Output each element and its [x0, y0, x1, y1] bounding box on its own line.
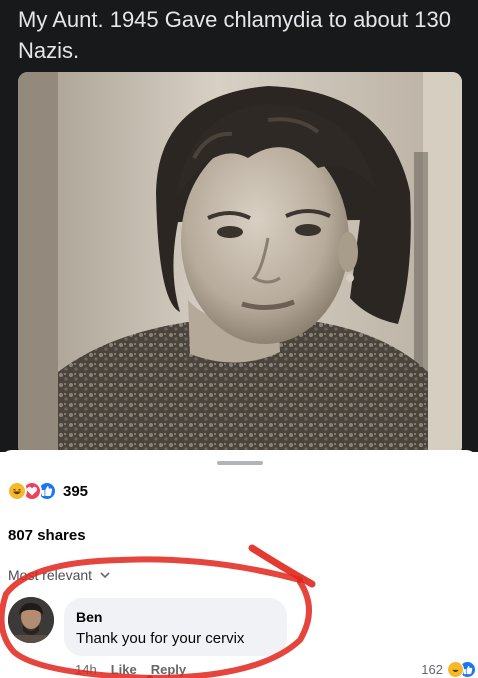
sheet-drag-handle[interactable] [217, 461, 263, 465]
comment-actions: 14h Like Reply [75, 662, 186, 677]
sort-label: Most relevant [8, 567, 93, 583]
comment-like-button[interactable]: Like [111, 662, 137, 677]
comment-reply-button[interactable]: Reply [151, 662, 186, 677]
comment-reactions[interactable]: 162 [421, 661, 476, 678]
post-caption: My Aunt. 1945 Gave chlamydia to about 13… [18, 7, 451, 63]
comments-sheet: 395 807 shares Most relevant Ben Thank y… [0, 450, 478, 678]
haha-icon [447, 661, 464, 678]
post-header: My Aunt. 1945 Gave chlamydia to about 13… [0, 0, 478, 456]
comment-sort-dropdown[interactable]: Most relevant [8, 567, 110, 583]
comment-timestamp: 14h [75, 662, 97, 677]
vintage-portrait-image [18, 72, 462, 456]
reaction-count: 395 [63, 482, 89, 500]
reactions-summary[interactable]: 395 [7, 481, 88, 501]
share-count[interactable]: 807 shares [8, 527, 86, 544]
chevron-down-icon [100, 572, 110, 578]
comment-reaction-count: 162 [421, 662, 443, 677]
comment-bubble[interactable]: Ben Thank you for your cervix [64, 598, 287, 656]
haha-icon [7, 481, 27, 501]
comment-text: Thank you for your cervix [76, 630, 245, 647]
post-photo[interactable] [18, 72, 462, 456]
comment-author[interactable]: Ben [76, 608, 275, 626]
avatar[interactable] [8, 597, 54, 643]
profile-photo-icon [8, 597, 54, 643]
